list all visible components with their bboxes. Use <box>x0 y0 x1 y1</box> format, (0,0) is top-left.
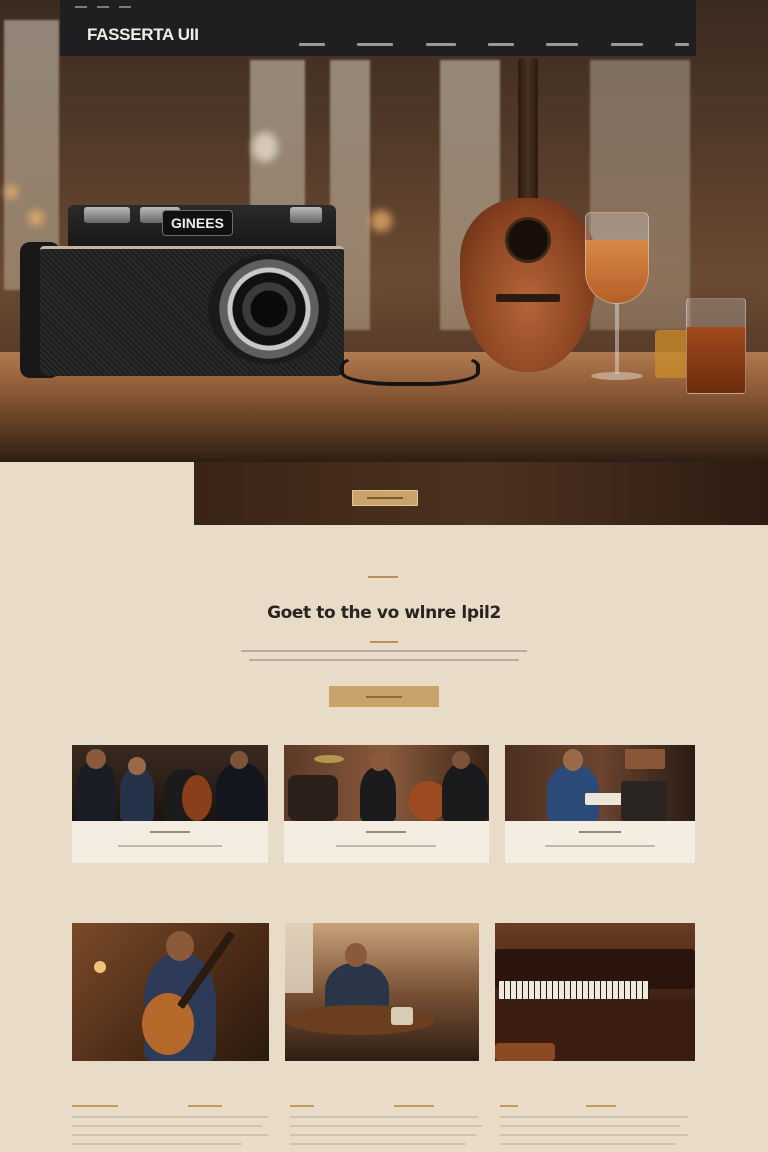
event-card[interactable] <box>284 745 489 863</box>
guitar-illustration <box>460 58 596 372</box>
utility-link[interactable] <box>75 6 87 8</box>
camera-cable <box>340 352 480 386</box>
bokeh-light <box>370 210 392 232</box>
gallery-photo-piano[interactable] <box>495 923 695 1061</box>
camera-dial <box>84 207 130 223</box>
camera-lens <box>208 254 330 364</box>
nav-link[interactable] <box>610 43 643 46</box>
main-nav <box>299 43 689 46</box>
nav-link[interactable] <box>299 43 325 46</box>
hero-section: GINEES FASSERTA UII <box>0 0 768 462</box>
block-date <box>188 1105 222 1107</box>
camera-illustration: GINEES <box>20 188 344 386</box>
bokeh-light <box>4 185 18 199</box>
card-image-band <box>284 745 489 821</box>
utility-links <box>75 6 131 8</box>
gallery-photo-guitarist[interactable] <box>72 923 269 1061</box>
promo-strip <box>194 462 768 525</box>
camera-dial <box>290 207 322 223</box>
utility-link[interactable] <box>119 6 131 8</box>
block-label <box>290 1105 314 1107</box>
footer-text-block <box>290 1105 486 1152</box>
site-logo[interactable]: FASSERTA UII <box>87 25 199 45</box>
wine-glass <box>585 212 649 382</box>
block-label <box>72 1105 118 1107</box>
intro-body <box>241 650 527 668</box>
gallery-photo-man-at-table[interactable] <box>285 923 479 1061</box>
card-caption <box>505 821 695 863</box>
card-text <box>336 845 436 847</box>
top-navbar: FASSERTA UII <box>60 0 696 56</box>
bokeh-light <box>252 132 278 162</box>
nav-link[interactable] <box>674 43 689 46</box>
footer-text-block <box>72 1105 268 1152</box>
footer-text-block <box>500 1105 696 1152</box>
block-date <box>586 1105 616 1107</box>
section-divider <box>370 641 398 643</box>
intro-cta-button[interactable] <box>329 686 439 707</box>
camera-brand-label: GINEES <box>162 210 233 236</box>
card-image-orchestra <box>72 745 268 821</box>
card-title <box>366 831 406 833</box>
nav-link[interactable] <box>357 43 394 46</box>
card-caption <box>284 821 489 863</box>
guitar-soundhole <box>508 220 548 260</box>
guitar-neck <box>518 58 538 218</box>
tumbler-glass <box>686 298 746 394</box>
nav-link[interactable] <box>425 43 456 46</box>
utility-link[interactable] <box>97 6 109 8</box>
card-title <box>579 831 621 833</box>
section-divider <box>368 576 398 578</box>
card-text <box>118 845 222 847</box>
cta-label <box>366 695 402 698</box>
guitar-bridge <box>496 294 560 302</box>
banner-button[interactable] <box>352 490 418 506</box>
nav-link[interactable] <box>487 43 514 46</box>
card-title <box>150 831 190 833</box>
intro-headline: Goet to the vo wlnre lpil2 <box>267 603 501 623</box>
banner-button-label <box>367 497 403 499</box>
card-image-pianist <box>505 745 695 821</box>
card-caption <box>72 821 268 863</box>
card-text <box>545 845 655 847</box>
block-date <box>394 1105 434 1107</box>
event-card[interactable] <box>505 745 695 863</box>
block-label <box>500 1105 518 1107</box>
nav-link[interactable] <box>546 43 579 46</box>
event-card[interactable] <box>72 745 268 863</box>
honey-jar <box>655 330 689 378</box>
